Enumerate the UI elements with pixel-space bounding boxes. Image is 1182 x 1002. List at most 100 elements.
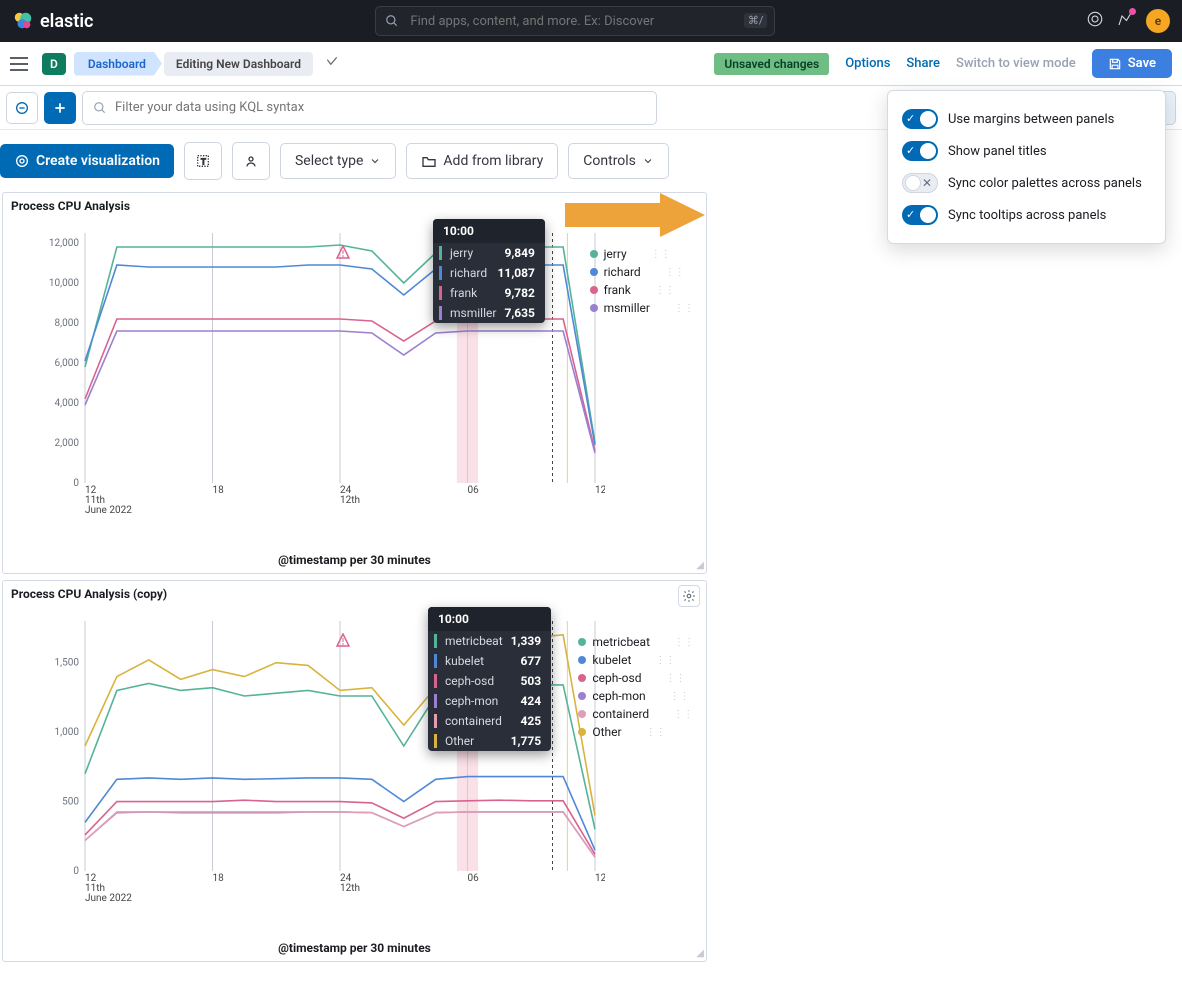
brand-text: elastic (40, 11, 93, 32)
help-icon[interactable] (1086, 10, 1104, 32)
svg-text:10,000: 10,000 (49, 278, 79, 289)
option-sync-colors-label: Sync color palettes across panels (948, 176, 1142, 191)
toggle-margins[interactable]: ✓ (902, 109, 938, 129)
gear-icon (682, 589, 696, 603)
x-axis-label: @timestamp per 30 minutes (3, 937, 706, 961)
toggle-titles[interactable]: ✓ (902, 141, 938, 161)
legend-item[interactable]: frank⋮⋮ (590, 281, 694, 299)
svg-text:500: 500 (62, 797, 79, 808)
global-search: ⌘/ (375, 6, 775, 36)
image-tool-button[interactable] (232, 142, 270, 180)
top-header: elastic ⌘/ e (0, 0, 1182, 42)
chart-canvas[interactable]: Count of records 02,0004,0006,0008,00010… (3, 219, 706, 549)
tooltip-time: 10:00 (428, 607, 551, 631)
svg-text:18: 18 (213, 873, 225, 884)
create-vis-label: Create visualization (36, 153, 160, 169)
svg-text:T: T (201, 157, 206, 166)
global-search-input[interactable] (375, 6, 775, 36)
x-axis-label: @timestamp per 30 minutes (3, 549, 706, 573)
svg-text:4,000: 4,000 (55, 398, 80, 409)
chart-tooltip: 10:00 jerry9,849richard11,087frank9,782m… (433, 219, 545, 323)
chart-tooltip: 10:00 metricbeat1,339kubelet677ceph-osd5… (428, 607, 551, 751)
svg-text:0: 0 (73, 866, 79, 877)
avatar-initial: e (1155, 14, 1161, 28)
search-icon (385, 14, 399, 32)
resize-handle-icon[interactable]: ◢ (696, 948, 704, 959)
svg-text:12: 12 (595, 485, 605, 496)
options-link[interactable]: Options (845, 56, 890, 71)
save-button[interactable]: Save (1092, 49, 1172, 78)
callout-arrow-icon (565, 190, 705, 240)
legend-item[interactable]: kubelet⋮⋮ (578, 651, 694, 669)
option-sync-tooltips-label: Sync tooltips across panels (948, 208, 1106, 223)
chart-legend: jerry⋮⋮richard⋮⋮frank⋮⋮msmiller⋮⋮ (590, 245, 694, 317)
option-sync-colors: ✕ Sync color palettes across panels (902, 167, 1151, 199)
chevron-down-icon[interactable] (325, 55, 339, 73)
legend-item[interactable]: metricbeat⋮⋮ (578, 633, 694, 651)
svg-text:06: 06 (468, 485, 480, 496)
svg-text:12: 12 (595, 873, 605, 884)
switch-view-link[interactable]: Switch to view mode (956, 56, 1076, 71)
svg-text:0: 0 (73, 478, 79, 489)
filter-toggle-button[interactable] (6, 92, 38, 124)
nav-toggle-icon[interactable] (10, 52, 34, 76)
add-filter-button[interactable] (44, 92, 76, 124)
warning-icon (336, 245, 350, 259)
svg-text:18: 18 (213, 485, 225, 496)
brand-logo[interactable]: elastic (12, 10, 93, 32)
select-type-button[interactable]: Select type (280, 143, 396, 179)
panel-settings-button[interactable] (678, 585, 700, 607)
svg-text:1,000: 1,000 (55, 727, 80, 738)
svg-text:12th: 12th (340, 883, 360, 894)
option-sync-tooltips: ✓ Sync tooltips across panels (902, 199, 1151, 231)
share-link[interactable]: Share (906, 56, 940, 71)
chart-canvas[interactable]: Count of records 05001,0001,500121824061… (3, 607, 706, 937)
user-avatar[interactable]: e (1146, 9, 1170, 33)
option-margins: ✓ Use margins between panels (902, 103, 1151, 135)
breadcrumb-actions: Unsaved changes Options Share Switch to … (714, 49, 1172, 78)
space-chip[interactable]: D (42, 53, 66, 75)
legend-item[interactable]: jerry⋮⋮ (590, 245, 694, 263)
toggle-sync-colors[interactable]: ✕ (902, 173, 938, 193)
lens-icon (14, 153, 30, 169)
svg-text:June 2022: June 2022 (85, 505, 132, 516)
legend-item[interactable]: ceph-mon⋮⋮ (578, 687, 694, 705)
options-popover: ✓ Use margins between panels ✓ Show pane… (887, 90, 1166, 244)
toggle-sync-tooltips[interactable]: ✓ (902, 205, 938, 225)
controls-button[interactable]: Controls (568, 143, 669, 179)
unsaved-badge: Unsaved changes (714, 53, 829, 75)
kql-input[interactable] (115, 100, 646, 115)
svg-text:June 2022: June 2022 (85, 893, 132, 904)
svg-text:2,000: 2,000 (55, 438, 80, 449)
svg-text:8,000: 8,000 (55, 318, 80, 329)
add-from-library-button[interactable]: Add from library (406, 143, 558, 179)
resize-handle-icon[interactable]: ◢ (696, 560, 704, 571)
warning-icon (336, 633, 350, 647)
create-visualization-button[interactable]: Create visualization (0, 144, 174, 178)
dashboard-panel: Process CPU Analysis (copy) Count of rec… (2, 580, 707, 962)
chart-legend: metricbeat⋮⋮kubelet⋮⋮ceph-osd⋮⋮ceph-mon⋮… (578, 633, 694, 741)
text-tool-button[interactable]: T (184, 142, 222, 180)
search-shortcut-badge: ⌘/ (744, 13, 768, 28)
legend-item[interactable]: richard⋮⋮ (590, 263, 694, 281)
select-type-label: Select type (295, 153, 363, 169)
svg-text:1,500: 1,500 (55, 658, 80, 669)
dashboard-panel: Process CPU Analysis Count of records 02… (2, 192, 707, 574)
panel-title: Process CPU Analysis (copy) (3, 581, 706, 607)
breadcrumb-current: Editing New Dashboard (164, 52, 313, 76)
breadcrumb-bar: D Dashboard Editing New Dashboard Unsave… (0, 42, 1182, 86)
svg-text:6,000: 6,000 (55, 358, 80, 369)
legend-item[interactable]: Other⋮⋮ (578, 723, 694, 741)
legend-item[interactable]: msmiller⋮⋮ (590, 299, 694, 317)
legend-item[interactable]: ceph-osd⋮⋮ (578, 669, 694, 687)
breadcrumb-dashboard[interactable]: Dashboard (74, 52, 162, 76)
controls-label: Controls (583, 153, 636, 169)
kql-input-wrapper (82, 91, 657, 125)
folder-icon (421, 153, 437, 169)
header-right-actions: e (1086, 9, 1170, 33)
newsfeed-icon[interactable] (1116, 10, 1134, 32)
tooltip-time: 10:00 (433, 219, 545, 243)
svg-text:06: 06 (468, 873, 480, 884)
legend-item[interactable]: containerd⋮⋮ (578, 705, 694, 723)
chevron-down-icon (369, 155, 381, 167)
